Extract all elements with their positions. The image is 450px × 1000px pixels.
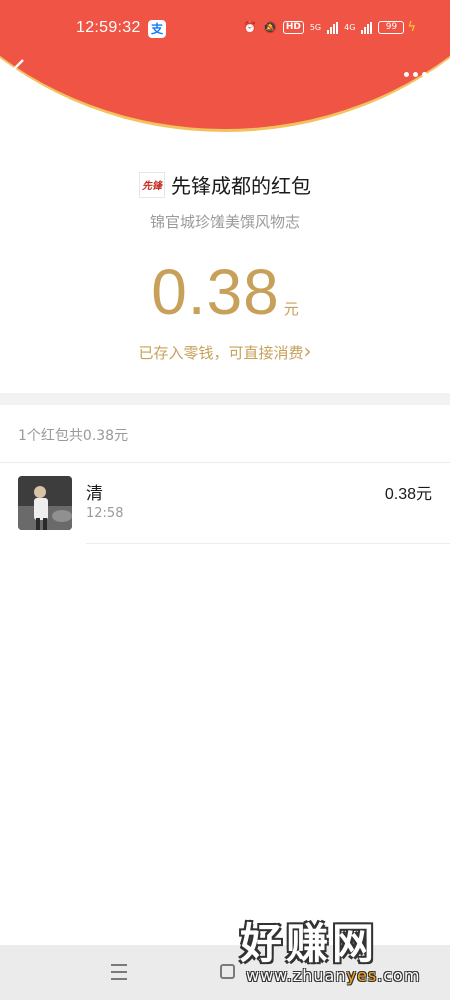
avatar <box>18 476 72 530</box>
alarm-icon: ⏰ <box>243 20 258 34</box>
home-square-icon[interactable] <box>220 964 235 979</box>
header: 12:59:32 支 ⏰ 🔕 HD 5G 4G 99 ϟ <box>0 0 450 135</box>
list-item[interactable]: 清 12:58 0.38元 <box>0 474 450 544</box>
status-icons: ⏰ 🔕 HD 5G 4G 99 ϟ <box>243 20 416 35</box>
packet-summary: 1个红包共0.38元 <box>18 428 129 444</box>
amount-row: 0.38 元 <box>0 255 450 329</box>
signal-icon-2 <box>361 21 373 34</box>
alipay-icon: 支 <box>148 20 166 38</box>
watermark-url-pre: www.zhuan <box>246 966 347 985</box>
back-arrow-icon-svg <box>11 59 24 81</box>
chevron-right-icon: › <box>303 339 312 363</box>
divider <box>86 543 450 544</box>
saved-to-change-link[interactable]: 已存入零钱，可直接消费› <box>0 339 450 363</box>
more-dots-icon[interactable] <box>404 64 430 84</box>
watermark: 好赚网 www.zhuanyes.com <box>240 910 440 985</box>
amount-value: 0.38 <box>151 256 280 328</box>
network-4g-label: 4G <box>344 22 356 32</box>
section-divider <box>0 393 450 405</box>
sender-logo: 先锋 <box>139 171 165 198</box>
network-5g-label: 5G <box>309 22 322 32</box>
hd-icon: HD <box>282 21 304 34</box>
amount-unit: 元 <box>283 300 299 318</box>
record-name: 清 <box>86 484 103 504</box>
watermark-url: www.zhuanyes.com <box>246 966 420 985</box>
menu-icon[interactable] <box>111 964 127 980</box>
record-amount: 0.38元 <box>384 486 432 503</box>
battery-icon: 99 <box>378 21 405 34</box>
record-time: 12:58 <box>86 506 124 521</box>
sender-name: 先锋成都的红包 <box>171 174 311 198</box>
avatar-photo <box>18 476 72 530</box>
sender-block: 先锋 先锋成都的红包 <box>0 170 450 199</box>
watermark-url-mid: yes <box>346 966 378 985</box>
signal-icon <box>327 21 339 34</box>
watermark-url-post: .com <box>377 966 421 985</box>
mute-icon: 🔕 <box>263 20 277 34</box>
divider <box>0 462 450 463</box>
sender-subtitle: 锦官城珍馐美馔风物志 <box>149 213 300 231</box>
charging-icon: ϟ <box>407 20 416 35</box>
status-time: 12:59:32 <box>76 19 141 36</box>
watermark-text: 好赚网 <box>240 919 379 968</box>
status-bar: 12:59:32 支 ⏰ 🔕 HD 5G 4G 99 ϟ <box>0 14 450 44</box>
back-arrow-icon[interactable] <box>10 58 36 88</box>
saved-text: 已存入零钱，可直接消费 <box>138 344 304 362</box>
